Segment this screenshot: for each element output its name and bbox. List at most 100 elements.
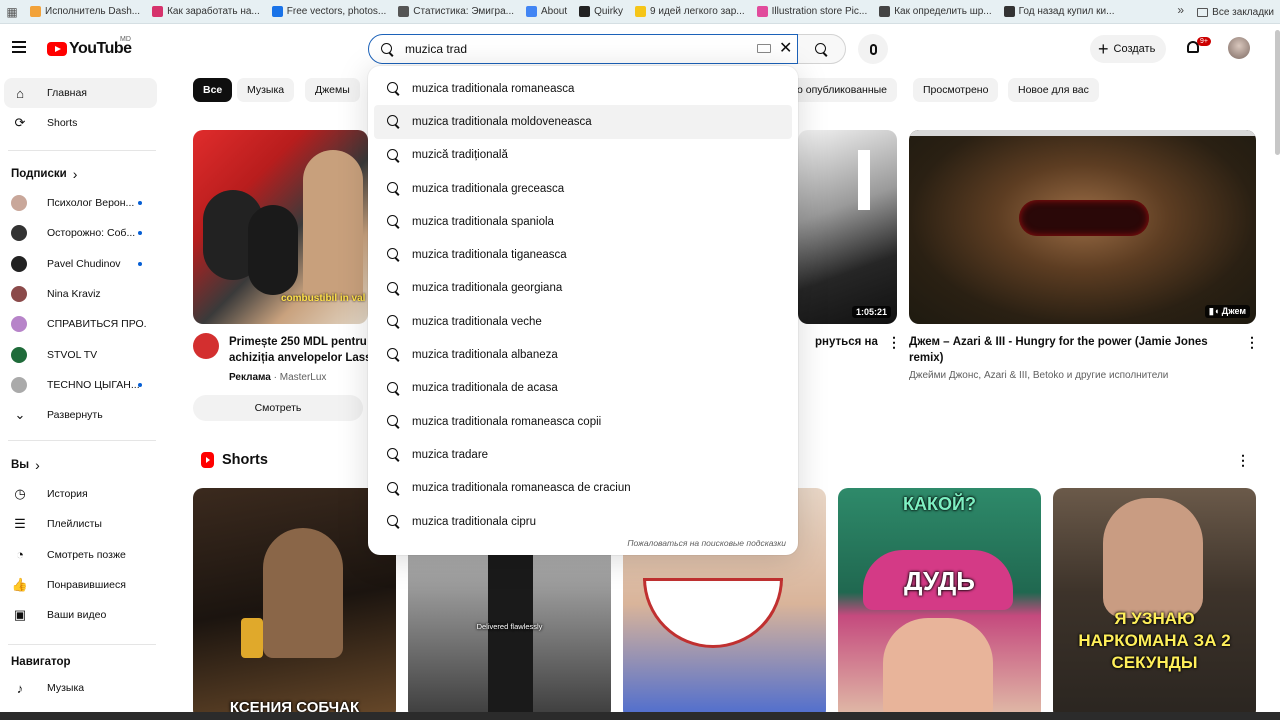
more-actions-icon[interactable]: ⋮	[1245, 334, 1259, 351]
subscription-item[interactable]: Осторожно: Соб...	[4, 218, 157, 248]
filter-chip[interactable]: Новое для вас	[1008, 78, 1099, 102]
suggestion-text: muzica traditionala romaneasca de craciu…	[412, 482, 631, 495]
video-thumbnail[interactable]: ▮◖ Джем	[909, 130, 1256, 324]
filter-chip[interactable]: Музыка	[237, 78, 295, 102]
suggestion-item[interactable]: muzica traditionala cipru	[368, 505, 798, 538]
suggestion-item[interactable]: muzica tradare	[368, 438, 798, 471]
suggestion-item[interactable]: muzica traditionala de acasa	[368, 372, 798, 405]
youtube-logo[interactable]: YouTube	[47, 40, 132, 58]
bookmark-label: 9 идей легкого зар...	[650, 6, 745, 17]
bookmarks-bar: ▦ Исполнитель Dash... Как заработать на..…	[0, 0, 1280, 24]
suggestion-item[interactable]: muzica traditionala romaneasca de craciu…	[368, 472, 798, 505]
subscription-item[interactable]: СПРАВИТЬСЯ ПРО...	[4, 309, 157, 339]
short-card[interactable]: КАКОЙ? ДУДЬ	[838, 488, 1041, 720]
thumbnail-letter-shape	[858, 150, 870, 210]
bookmark-item[interactable]: Как заработать на...	[146, 0, 266, 24]
suggestion-item[interactable]: muzica traditionala moldoveneasca	[374, 105, 792, 139]
subscriptions-heading[interactable]: Подписки ›	[11, 166, 77, 182]
search-input[interactable]: muzica trad	[405, 42, 467, 56]
suggestion-item[interactable]: muzica traditionala romaneasca	[368, 72, 798, 105]
subscription-label: TECHNO ЦЫГАН...	[47, 378, 140, 391]
suggestion-item[interactable]: muzica traditionala albaneza	[368, 338, 798, 371]
channel-avatar[interactable]	[193, 333, 219, 359]
video-duration: 1:05:21	[851, 306, 891, 318]
filter-chip[interactable]: Просмотрено	[913, 78, 999, 102]
short-card[interactable]: КСЕНИЯ СОБЧАК	[193, 488, 396, 720]
search-button[interactable]	[798, 34, 846, 64]
suggestion-text: muzica traditionala greceasca	[412, 182, 565, 195]
search-icon	[381, 43, 394, 56]
your-videos-icon: ▣	[13, 607, 27, 623]
bookmark-item[interactable]: Как определить шр...	[873, 0, 997, 24]
channel-avatar	[11, 255, 27, 272]
sidebar-item[interactable]: ◷ История	[4, 479, 157, 509]
bookmark-item[interactable]: 9 идей легкого зар...	[629, 0, 751, 24]
sidebar-item[interactable]: ⌄ Развернуть	[4, 400, 157, 430]
video-thumbnail-ad[interactable]: combustibil in val	[193, 130, 368, 324]
suggestion-text: muzica traditionala albaneza	[412, 349, 558, 362]
os-taskbar	[0, 712, 1280, 720]
subscription-item[interactable]: STVOL TV	[4, 340, 157, 370]
sidebar-item[interactable]: ◔ Смотреть позже	[4, 540, 157, 570]
bookmark-item[interactable]: Год назад купил ки...	[998, 0, 1121, 24]
short-card[interactable]: Я УЗНАЮ НАРКОМАНА ЗА 2 СЕКУНДЫ	[1053, 488, 1256, 720]
sidebar-item[interactable]: ⌂ Главная	[4, 78, 157, 108]
suggestion-item[interactable]: muzica traditionala spaniola	[368, 205, 798, 238]
suggestion-item[interactable]: muzica traditionala georgiana	[368, 272, 798, 305]
sidebar-item[interactable]: ⟳ Shorts	[4, 108, 157, 138]
sidebar-divider	[8, 150, 156, 151]
bookmark-item[interactable]: Illustration store Pic...	[751, 0, 874, 24]
filter-chip[interactable]: Все	[193, 78, 233, 102]
suggestion-text: muzica traditionala veche	[412, 315, 542, 328]
video-thumbnail[interactable]: 1:05:21	[798, 130, 897, 324]
keyboard-icon[interactable]	[757, 44, 771, 53]
create-button[interactable]: + Создать	[1090, 35, 1167, 63]
jam-icon: ▮◖	[1208, 306, 1220, 316]
sidebar-item[interactable]: ▣ Ваши видео	[4, 600, 157, 630]
suggestion-item[interactable]: muzica traditionala veche	[368, 305, 798, 338]
suggestion-item[interactable]: muzică tradițională	[368, 139, 798, 172]
all-bookmarks-button[interactable]: Все закладки	[1197, 0, 1274, 24]
account-avatar[interactable]	[1228, 37, 1250, 59]
new-content-dot	[138, 231, 142, 236]
bookmarks-overflow-button[interactable]: »	[1177, 3, 1184, 17]
search-icon	[387, 181, 400, 195]
sidebar-item[interactable]: 👍 Понравившиеся	[4, 570, 157, 600]
region-code: MD	[120, 36, 131, 43]
suggestion-item[interactable]: muzica traditionala romaneasca copii	[368, 405, 798, 438]
channel-name[interactable]: MasterLux	[280, 372, 327, 383]
suggestion-text: muzica traditionala cipru	[412, 515, 537, 528]
video-artists[interactable]: Джейми Джонс, Azari & III, Betoko и друг…	[909, 370, 1168, 381]
sidebar-item[interactable]: ♪ Музыка	[4, 673, 157, 703]
you-heading[interactable]: Вы ›	[11, 457, 40, 473]
more-actions-icon[interactable]: ⋮	[887, 334, 901, 351]
video-title[interactable]: Джем – Azari & III - Hungry for the powe…	[909, 334, 1229, 366]
voice-search-button[interactable]	[858, 34, 888, 64]
filter-chip[interactable]: о опубликованные	[785, 78, 898, 102]
menu-icon[interactable]	[12, 41, 26, 53]
bookmark-item[interactable]: Quirky	[573, 0, 629, 24]
apps-grid-icon[interactable]: ▦	[0, 0, 24, 24]
suggestion-item[interactable]: muzica traditionala greceasca	[368, 172, 798, 205]
clear-search-icon[interactable]: ✕	[779, 38, 792, 58]
subscription-item[interactable]: Психолог Верон...	[4, 188, 157, 218]
sidebar-item[interactable]: ☰ Плейлисты	[4, 509, 157, 539]
bookmark-item[interactable]: Статистика: Эмигра...	[392, 0, 520, 24]
subscription-item[interactable]: Pavel Chudinov	[4, 249, 157, 279]
bookmark-item[interactable]: Исполнитель Dash...	[24, 0, 146, 24]
page-scrollbar[interactable]	[1275, 30, 1280, 155]
subscription-item[interactable]: TECHNO ЦЫГАН...	[4, 370, 157, 400]
channel-avatar	[11, 285, 27, 302]
search-icon	[387, 82, 400, 95]
subscription-item[interactable]: Nina Kraviz	[4, 279, 157, 309]
search-box[interactable]: muzica trad ✕	[368, 34, 798, 64]
watch-ad-button[interactable]: Смотреть	[193, 395, 363, 421]
suggestion-item[interactable]: muzica traditionala tiganeasca	[368, 238, 798, 271]
report-suggestions-link[interactable]: Пожаловаться на поисковые подсказки	[627, 538, 786, 548]
shorts-more-icon[interactable]: ⋮	[1236, 452, 1250, 469]
bookmark-item[interactable]: Free vectors, photos...	[266, 0, 393, 24]
bookmark-item[interactable]: About	[520, 0, 573, 24]
video-title[interactable]: Primește 250 MDL pentru achiziția anvelo…	[229, 334, 372, 366]
video-title-fragment[interactable]: рнуться на	[815, 334, 878, 350]
filter-chip[interactable]: Джемы	[305, 78, 360, 102]
